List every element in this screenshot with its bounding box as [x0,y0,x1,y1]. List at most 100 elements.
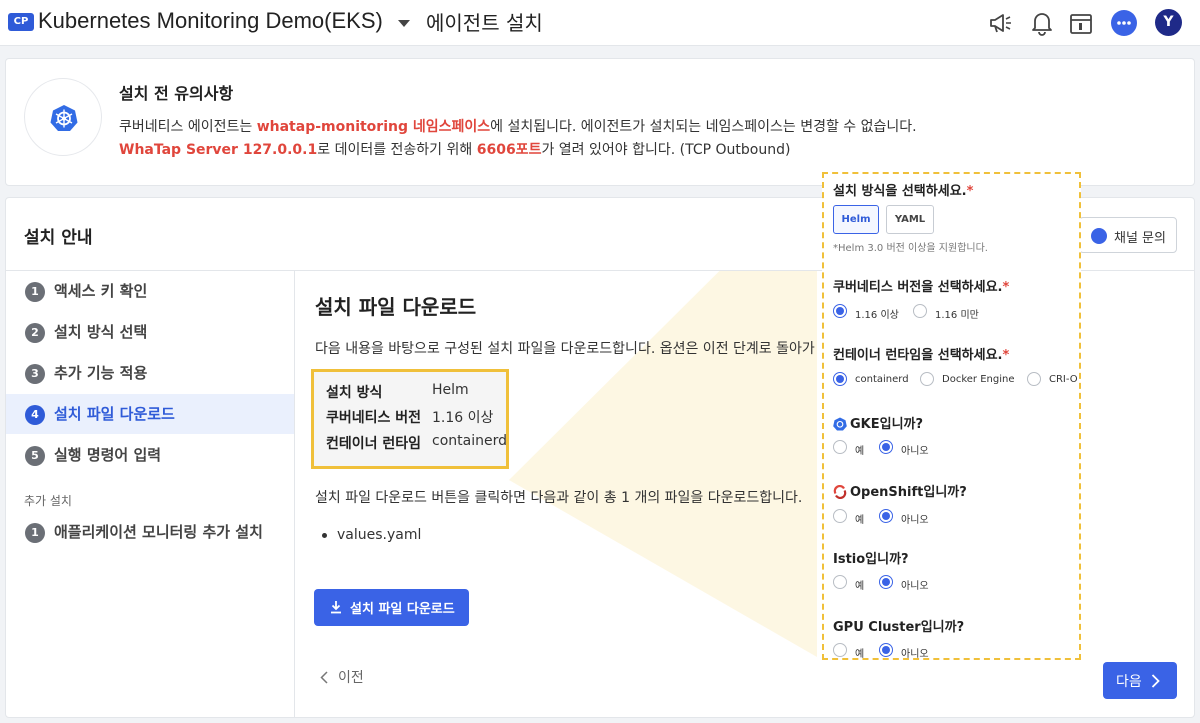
notice-line-2: WhaTap Server 127.0.0.1로 데이터를 전송하기 위해 66… [119,139,790,159]
radio-label: CRI-O [1049,374,1078,385]
summary-key: 설치 방식 [326,385,383,401]
content-title: 설치 파일 다운로드 [315,295,477,319]
bell-icon[interactable] [1029,10,1055,36]
gpu-cluster-question: GPU Cluster입니까? [833,620,965,635]
step-number: 4 [25,405,45,425]
step-label: 추가 기능 적용 [54,364,148,382]
radio-gpu-no[interactable] [879,643,893,657]
radio-label: 아니오 [901,446,929,457]
channel-inquiry-button[interactable]: 채널 문의 [1079,217,1177,253]
step-label: 설치 파일 다운로드 [54,405,175,423]
notice-line-1: 쿠버네티스 에이전트는 whatap-monitoring 네임스페이스에 설치… [119,116,917,136]
radio-runtime-docker[interactable] [920,372,934,386]
step-item-apm-install[interactable]: 1 애플리케이션 모니터링 추가 설치 [6,512,294,552]
chevron-down-icon[interactable] [398,20,410,27]
notice-text: 쿠버네티스 에이전트는 [119,119,257,135]
step-number: 1 [25,282,45,302]
step-label: 액세스 키 확인 [54,282,148,300]
radio-label: 예 [855,581,865,592]
step-number: 2 [25,323,45,343]
kubernetes-logo [24,78,102,156]
next-button[interactable]: 다음 [1103,662,1177,699]
summary-value: 1.16 이상 [432,410,494,426]
step-item-additional-features[interactable]: 3 추가 기능 적용 [6,353,294,393]
radio-label: 예 [855,446,865,457]
chat-icon[interactable] [1110,9,1137,36]
download-icon [331,601,341,614]
step-item-access-key[interactable]: 1 액세스 키 확인 [6,271,294,311]
step-number: 3 [25,364,45,384]
radio-istio-yes[interactable] [833,575,847,589]
next-label: 다음 [1116,674,1142,690]
pre-install-notice: 설치 전 유의사항 쿠버네티스 에이전트는 whatap-monitoring … [5,58,1195,186]
project-selector[interactable]: Kubernetes Monitoring Demo(EKS) [38,8,383,34]
file-name: values.yaml [337,527,422,543]
step-label: 애플리케이션 모니터링 추가 설치 [54,523,263,541]
radio-label: 예 [855,649,865,660]
install-options-callout: 설치 방식을 선택하세요.* Helm YAML *Helm 3.0 버전 이상… [822,172,1081,660]
radio-label: 아니오 [901,515,929,526]
step-label: 설치 방식 선택 [54,323,148,341]
istio-question: Istio입니까? [833,552,909,567]
radio-label: 1.16 이상 [855,310,899,321]
avatar[interactable]: Y [1155,9,1182,36]
openshift-question: OpenShift입니까? [833,481,967,500]
options-summary: 설치 방식 Helm 쿠버네티스 버전 1.16 이상 컨테이너 런타임 con… [311,369,509,469]
radio-k8s-116-below[interactable] [913,304,927,318]
chevron-left-icon [320,671,328,684]
helm-version-hint: *Helm 3.0 버전 이상을 지원합니다. [833,243,988,254]
notice-text: 로 데이터를 전송하기 위해 [317,142,477,158]
panel-title: 설치 안내 [24,228,93,248]
download-description: 설치 파일 다운로드 버튼을 클릭하면 다음과 같이 총 1 개의 파일을 다운… [315,490,803,506]
summary-key: 쿠버네티스 버전 [326,410,422,426]
step-sidebar: 1 액세스 키 확인 2 설치 방식 선택 3 추가 기능 적용 4 설치 파일… [6,271,295,717]
radio-runtime-crio[interactable] [1027,372,1041,386]
step-number: 5 [25,446,45,466]
chat-icon [1091,228,1107,244]
chevron-right-icon [1151,674,1160,688]
content-description: 다음 내용을 바탕으로 구성된 설치 파일을 다운로드합니다. 옵션은 이전 단… [315,341,815,357]
radio-label: 1.16 미만 [935,310,979,321]
prev-button[interactable]: 이전 [320,667,364,687]
radio-openshift-no[interactable] [879,509,893,523]
gke-question: GKE입니까? [833,413,923,432]
notice-title: 설치 전 유의사항 [119,84,234,103]
channel-inquiry-label: 채널 문의 [1114,231,1166,246]
radio-label: Docker Engine [942,374,1015,385]
install-method-question: 설치 방식을 선택하세요.* [833,184,974,199]
container-runtime-question: 컨테이너 런타임을 선택하세요.* [833,348,1010,363]
step-item-download[interactable]: 4 설치 파일 다운로드 [6,394,294,434]
radio-istio-no[interactable] [879,575,893,589]
additional-install-header: 추가 설치 [24,494,72,508]
radio-gke-no[interactable] [879,440,893,454]
file-list-item: values.yaml [322,527,421,543]
cp-badge: CP [8,13,34,31]
summary-value: containerd [432,433,507,449]
port-highlight: 6606포트 [476,142,542,158]
summary-key: 컨테이너 런타임 [326,436,422,452]
radio-k8s-116-above[interactable] [833,304,847,318]
news-icon[interactable] [1068,10,1094,36]
megaphone-icon[interactable] [988,10,1014,36]
openshift-icon [833,484,847,500]
download-install-file-button[interactable]: 설치 파일 다운로드 [314,589,469,626]
namespace-highlight: whatap-monitoring 네임스페이스 [256,119,491,135]
radio-runtime-containerd[interactable] [833,372,847,386]
step-label: 실행 명령어 입력 [54,446,162,464]
notice-text: 가 열려 있어야 합니다. (TCP Outbound) [541,142,791,158]
page-title: 에이전트 설치 [426,11,543,35]
radio-gke-yes[interactable] [833,440,847,454]
k8s-version-question: 쿠버네티스 버전을 선택하세요.* [833,280,1010,295]
radio-label: 예 [855,515,865,526]
yaml-option-button[interactable]: YAML [886,205,934,234]
step-item-run-command[interactable]: 5 실행 명령어 입력 [6,435,294,475]
server-highlight: WhaTap Server 127.0.0.1 [119,142,318,158]
notice-text: 에 설치됩니다. 에이전트가 설치되는 네임스페이스는 변경할 수 없습니다. [490,119,917,135]
helm-option-button[interactable]: Helm [833,205,879,234]
radio-gpu-yes[interactable] [833,643,847,657]
step-item-install-method[interactable]: 2 설치 방식 선택 [6,312,294,352]
radio-openshift-yes[interactable] [833,509,847,523]
kubernetes-icon [833,417,847,431]
prev-label: 이전 [338,670,364,686]
top-bar: CP Kubernetes Monitoring Demo(EKS) 에이전트 … [0,0,1200,46]
